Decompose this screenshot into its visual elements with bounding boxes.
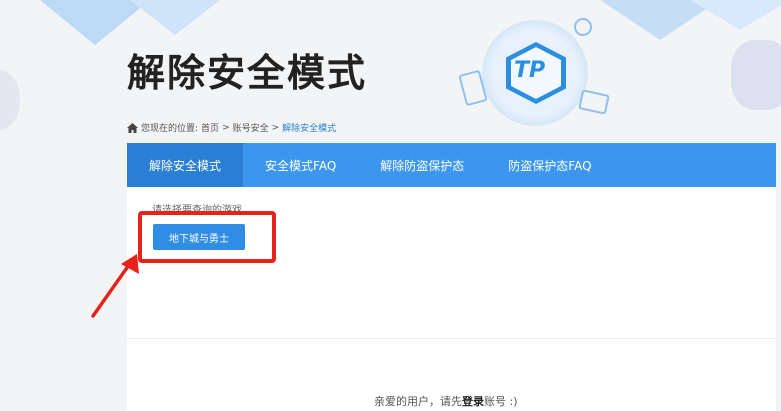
page-title: 解除安全模式 <box>127 51 368 95</box>
breadcrumb-separator: > <box>271 122 280 133</box>
tp-logo-icon: TP <box>458 12 612 132</box>
card-icon <box>578 89 610 115</box>
tab-unlock-anti-theft[interactable]: 解除防盗保护态 <box>358 143 486 187</box>
decor-character-right <box>731 40 781 110</box>
tab-anti-theft-faq[interactable]: 防盗保护态FAQ <box>486 143 613 187</box>
breadcrumb: 您现在的位置: 首页 > 账号安全 > 解除安全模式 <box>127 121 336 134</box>
decor-triangle <box>690 0 781 30</box>
circle-icon <box>574 18 592 36</box>
divider <box>127 338 776 339</box>
breadcrumb-home[interactable]: 首页 <box>201 121 219 134</box>
breadcrumb-prefix: 您现在的位置: <box>141 124 199 134</box>
login-prompt: 亲爱的用户，请先登录账号 :) <box>374 393 518 409</box>
home-icon <box>127 122 138 133</box>
breadcrumb-account-security[interactable]: 账号安全 <box>233 121 269 134</box>
tab-unlock-safe-mode[interactable]: 解除安全模式 <box>127 143 244 187</box>
tab-bar: 解除安全模式 安全模式FAQ 解除防盗保护态 防盗保护态FAQ <box>127 143 776 187</box>
login-greeting: 亲爱的用户，请先 <box>374 395 462 408</box>
breadcrumb-separator: > <box>222 122 230 133</box>
login-link[interactable]: 登录 <box>462 395 484 408</box>
decor-character-left <box>0 70 20 130</box>
annotation-arrow-icon <box>91 254 139 318</box>
tab-safe-mode-faq[interactable]: 安全模式FAQ <box>243 143 358 187</box>
breadcrumb-current: 解除安全模式 <box>282 124 337 134</box>
decor-triangle <box>130 0 220 35</box>
highlight-annotation-box <box>138 211 276 263</box>
login-suffix: 账号 :) <box>484 395 518 408</box>
logo-text: TP <box>514 58 546 83</box>
